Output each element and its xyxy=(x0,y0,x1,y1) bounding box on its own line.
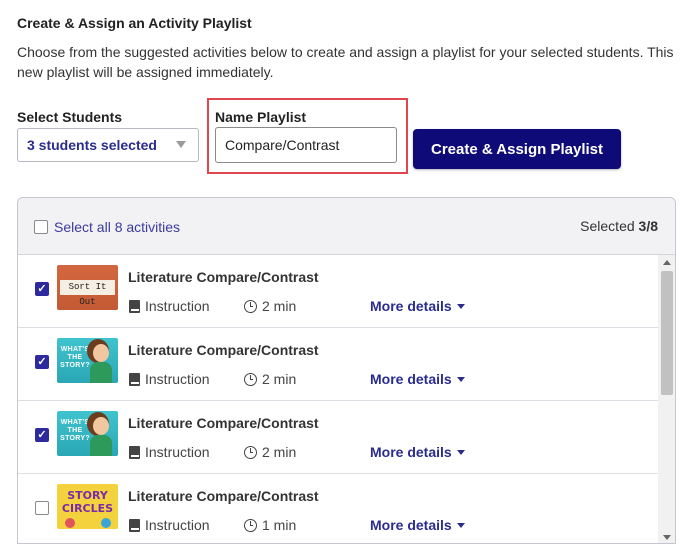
activity-checkbox[interactable]: ✓ xyxy=(35,355,49,369)
more-details-link[interactable]: More details xyxy=(370,517,465,533)
selected-count: Selected 3/8 xyxy=(580,218,658,234)
scroll-up-icon[interactable] xyxy=(663,260,671,265)
activity-thumbnail: Sort It Out xyxy=(57,265,118,310)
activity-type: Instruction xyxy=(129,444,210,460)
name-playlist-input[interactable] xyxy=(215,127,397,163)
check-icon: ✓ xyxy=(37,355,47,368)
check-icon: ✓ xyxy=(37,428,47,441)
more-details-link[interactable]: More details xyxy=(370,444,465,460)
caret-down-icon xyxy=(456,522,465,528)
activity-type: Instruction xyxy=(129,371,210,387)
activity-duration: 2 min xyxy=(244,371,296,387)
book-icon xyxy=(129,372,140,386)
create-assign-playlist-button[interactable]: Create & Assign Playlist xyxy=(413,129,621,169)
book-icon xyxy=(129,518,140,532)
activities-scrollbar[interactable] xyxy=(658,255,675,543)
activities-panel-header: ✓ Select all 8 activities Selected 3/8 xyxy=(18,198,675,255)
activities-list: ✓ Sort It Out Literature Compare/Contras… xyxy=(18,255,658,543)
select-all-checkbox[interactable]: ✓ xyxy=(34,220,48,234)
page-title: Create & Assign an Activity Playlist xyxy=(17,15,252,31)
activity-checkbox[interactable]: ✓ xyxy=(35,501,49,515)
name-playlist-label: Name Playlist xyxy=(215,109,307,125)
select-students-label: Select Students xyxy=(17,109,123,125)
activity-thumbnail: WHAT'S THE STORY? xyxy=(57,411,118,456)
activity-title: Literature Compare/Contrast xyxy=(128,415,319,431)
activity-title: Literature Compare/Contrast xyxy=(128,342,319,358)
activity-row: ✓ STORY CIRCLES Literature Compare/Contr… xyxy=(18,474,658,543)
more-details-link[interactable]: More details xyxy=(370,371,465,387)
clock-icon xyxy=(244,299,257,313)
activity-duration: 2 min xyxy=(244,444,296,460)
activity-checkbox[interactable]: ✓ xyxy=(35,282,49,296)
book-icon xyxy=(129,445,140,459)
page-description: Choose from the suggested activities bel… xyxy=(17,44,674,80)
activity-thumbnail: WHAT'S THE STORY? xyxy=(57,338,118,383)
clock-icon xyxy=(244,372,257,386)
book-icon xyxy=(129,299,140,313)
caret-down-icon xyxy=(456,303,465,309)
more-details-link[interactable]: More details xyxy=(370,298,465,314)
activity-checkbox[interactable]: ✓ xyxy=(35,428,49,442)
select-students-value: 3 students selected xyxy=(27,137,157,153)
check-icon: ✓ xyxy=(37,282,47,295)
caret-down-icon xyxy=(456,376,465,382)
activity-row: ✓ WHAT'S THE STORY? Literature Compare/C… xyxy=(18,401,658,474)
clock-icon xyxy=(244,445,257,459)
select-all-activities[interactable]: ✓ Select all 8 activities xyxy=(34,219,180,235)
activity-type: Instruction xyxy=(129,517,210,533)
scrollbar-thumb[interactable] xyxy=(661,271,673,395)
select-students-dropdown[interactable]: 3 students selected xyxy=(17,128,199,162)
scroll-down-icon[interactable] xyxy=(663,535,671,540)
activity-title: Literature Compare/Contrast xyxy=(128,269,319,285)
activity-type: Instruction xyxy=(129,298,210,314)
caret-down-icon xyxy=(176,141,186,148)
clock-icon xyxy=(244,518,257,532)
activity-row: ✓ WHAT'S THE STORY? Literature Compare/C… xyxy=(18,328,658,401)
activity-title: Literature Compare/Contrast xyxy=(128,488,319,504)
activity-row: ✓ Sort It Out Literature Compare/Contras… xyxy=(18,255,658,328)
caret-down-icon xyxy=(456,449,465,455)
activity-duration: 1 min xyxy=(244,517,296,533)
activities-panel: ✓ Select all 8 activities Selected 3/8 ✓… xyxy=(17,197,676,544)
activity-duration: 2 min xyxy=(244,298,296,314)
select-all-label[interactable]: Select all 8 activities xyxy=(54,219,180,235)
activity-thumbnail: STORY CIRCLES xyxy=(57,484,118,529)
